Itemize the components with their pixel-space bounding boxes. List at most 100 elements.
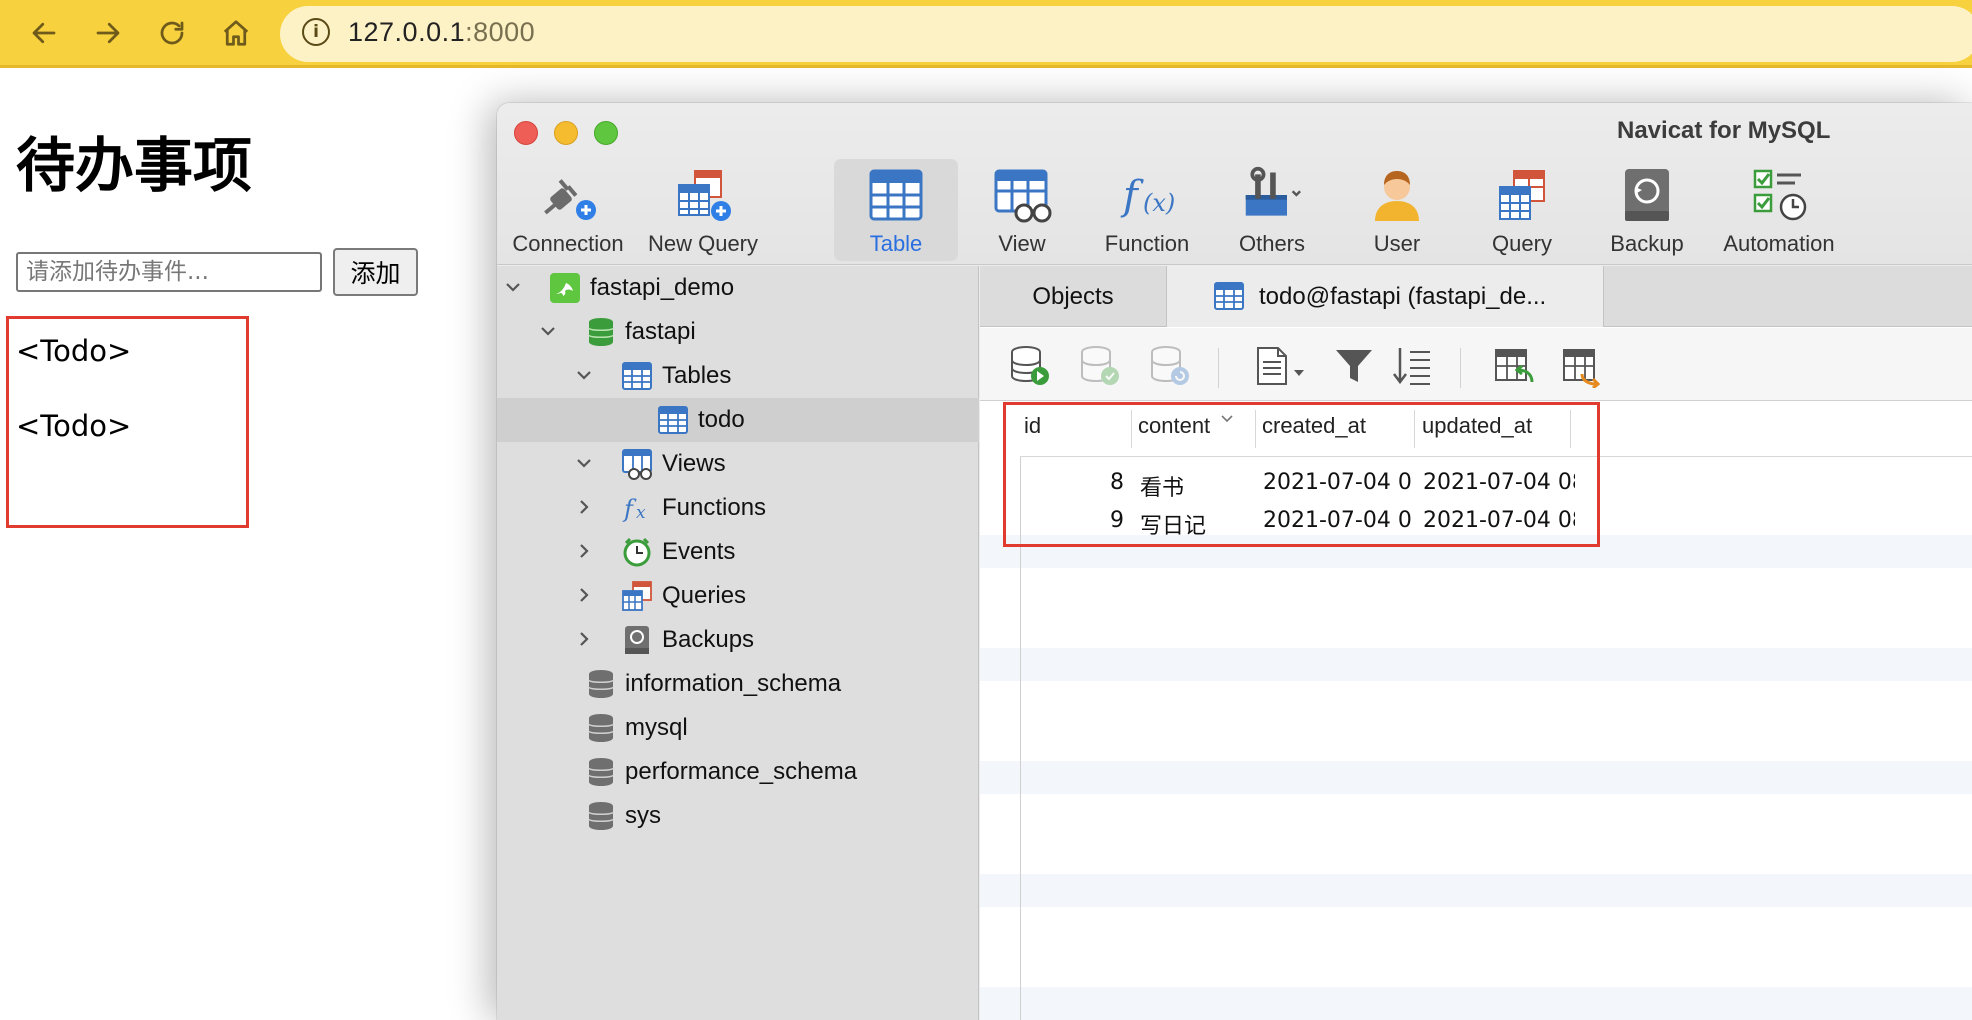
tree-item-label: mysql — [625, 714, 688, 741]
tree-item-sys[interactable]: sys — [497, 794, 979, 838]
toolbar-view-button[interactable]: View — [960, 159, 1084, 261]
svg-text:(x): (x) — [1143, 189, 1175, 217]
window-titlebar: Navicat for MySQL Connection New Query T… — [497, 103, 1972, 265]
tab-bar: Objects todo@fastapi (fastapi_de... — [980, 266, 1972, 327]
tree-item-fastapi[interactable]: fastapi — [497, 310, 979, 354]
chevron-down-icon[interactable] — [573, 452, 595, 474]
user-icon — [1367, 165, 1427, 225]
chevron-down-icon[interactable] — [537, 320, 559, 342]
annotation-highlight-box — [1003, 402, 1600, 547]
page-title: 待办事项 — [16, 131, 253, 200]
toolbar-label: New Query — [647, 231, 759, 256]
toolbar-label: Query — [1492, 231, 1552, 256]
queries-icon — [622, 581, 652, 611]
svg-text:f: f — [1120, 173, 1144, 219]
toolbar-table-button[interactable]: Table — [834, 159, 958, 261]
tree-item-mysql[interactable]: mysql — [497, 706, 979, 750]
backups-icon — [625, 626, 649, 654]
toolbar-automation-button[interactable]: Automation — [1710, 159, 1848, 261]
text-document-dropdown-icon[interactable] — [1252, 344, 1308, 388]
database-green-icon — [588, 318, 614, 346]
window-title: Navicat for MySQL — [1617, 117, 1831, 144]
commit-icon[interactable] — [1078, 344, 1122, 388]
import-icon[interactable] — [1492, 344, 1536, 388]
sort-icon[interactable] — [1390, 344, 1434, 388]
tree-item-events[interactable]: Events — [497, 530, 979, 574]
forward-arrow-icon[interactable] — [88, 13, 128, 53]
grid-stripe — [980, 987, 1972, 1020]
navicat-window: Navicat for MySQL Connection New Query T… — [497, 103, 1972, 1020]
filter-icon[interactable] — [1332, 344, 1376, 388]
chevron-right-icon[interactable] — [573, 540, 595, 562]
todo-input[interactable] — [16, 252, 322, 292]
toolbar-connection-button[interactable]: Connection — [505, 159, 631, 261]
close-window-button[interactable] — [514, 121, 538, 145]
tab-label: todo@fastapi (fastapi_de... — [1259, 282, 1547, 310]
chevron-right-icon[interactable] — [573, 496, 595, 518]
table-icon — [658, 406, 688, 434]
toolbar-label: Backup — [1610, 231, 1684, 256]
database-gray-icon — [588, 758, 614, 786]
url-text[interactable]: 127.0.0.1:8000 — [348, 17, 535, 48]
tree-item-views[interactable]: Views — [497, 442, 979, 486]
toolbar-function-button[interactable]: f (x) Function — [1085, 159, 1209, 261]
object-tree-sidebar: fastapi_demo fastapi Tables todo Views f… — [497, 266, 979, 1020]
events-clock-icon — [623, 537, 651, 567]
chevron-down-icon[interactable] — [502, 276, 524, 298]
tree-item-backups[interactable]: Backups — [497, 618, 979, 662]
tree-item-label: todo — [698, 406, 745, 433]
connection-icon — [538, 165, 598, 225]
tree-item-queries[interactable]: Queries — [497, 574, 979, 618]
toolbar-backup-button[interactable]: Backup — [1585, 159, 1709, 261]
database-gray-icon — [588, 714, 614, 742]
maximize-window-button[interactable] — [594, 121, 618, 145]
tree-item-label: Functions — [662, 494, 767, 521]
todo-item: <Todo> — [16, 334, 132, 368]
tree-item-label: Tables — [662, 362, 732, 389]
tab-objects[interactable]: Objects — [980, 266, 1166, 327]
tree-item-tables[interactable]: Tables — [497, 354, 979, 398]
toolbar-others-button[interactable]: Others — [1210, 159, 1334, 261]
begin-transaction-icon[interactable] — [1008, 344, 1052, 388]
url-host: 127.0.0.1 — [348, 17, 466, 47]
minimize-window-button[interactable] — [554, 121, 578, 145]
query-icon — [1492, 165, 1552, 225]
others-icon — [1242, 165, 1302, 225]
home-icon[interactable] — [216, 13, 256, 53]
views-icon — [622, 449, 652, 480]
toolbar-new-query-button[interactable]: New Query — [639, 159, 767, 261]
chevron-down-icon[interactable] — [573, 364, 595, 386]
rollback-icon[interactable] — [1148, 344, 1192, 388]
connection-dolphin-icon — [550, 273, 580, 303]
toolbar-label: Automation — [1723, 231, 1835, 256]
tree-item-performance-schema[interactable]: performance_schema — [497, 750, 979, 794]
site-info-icon[interactable]: i — [302, 18, 330, 46]
tab-todo-table[interactable]: todo@fastapi (fastapi_de... — [1166, 266, 1604, 327]
new-query-icon — [673, 165, 733, 225]
tree-item-todo[interactable]: todo — [497, 398, 979, 442]
grid-stripe — [980, 874, 1972, 907]
tree-item-fastapi-demo[interactable]: fastapi_demo — [497, 266, 979, 310]
toolbar-label: Connection — [512, 231, 624, 256]
toolbar-query-button[interactable]: Query — [1460, 159, 1584, 261]
tree-item-information-schema[interactable]: information_schema — [497, 662, 979, 706]
backup-icon — [1617, 165, 1677, 225]
tree-item-label: information_schema — [625, 670, 842, 697]
tables-icon — [622, 362, 652, 390]
add-button[interactable]: 添加 — [333, 248, 418, 296]
chevron-right-icon[interactable] — [573, 628, 595, 650]
reload-icon[interactable] — [152, 13, 192, 53]
toolbar-user-button[interactable]: User — [1335, 159, 1459, 261]
export-icon[interactable] — [1560, 344, 1604, 388]
back-arrow-icon[interactable] — [24, 13, 64, 53]
svg-text:f: f — [622, 495, 637, 523]
function-icon: f (x) — [1117, 165, 1177, 225]
automation-icon — [1749, 165, 1809, 225]
chevron-right-icon[interactable] — [573, 584, 595, 606]
svg-text:x: x — [636, 503, 646, 523]
database-gray-icon — [588, 670, 614, 698]
grid-stripe — [980, 648, 1972, 681]
tree-item-functions[interactable]: fx Functions — [497, 486, 979, 530]
grid-stripe — [980, 761, 1972, 794]
functions-icon: fx — [622, 495, 646, 523]
